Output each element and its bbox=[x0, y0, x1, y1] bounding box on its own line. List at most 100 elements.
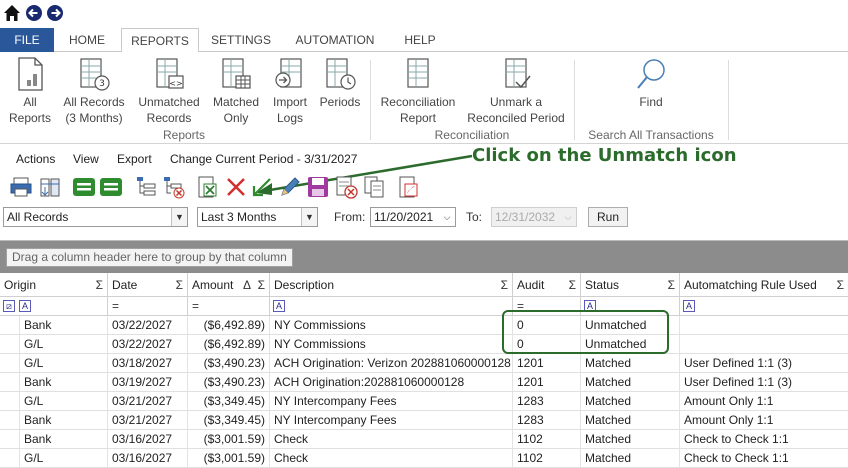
copy-icon[interactable] bbox=[362, 175, 386, 199]
row-selector[interactable] bbox=[0, 373, 20, 392]
export-excel-icon[interactable] bbox=[195, 175, 219, 199]
view-menu[interactable]: View bbox=[73, 152, 99, 166]
all-records-3-months-button[interactable]: 3 All Records (3 Months) bbox=[60, 56, 128, 126]
cell-description: ACH Origination:202881060000128 bbox=[270, 373, 513, 392]
column-header-audit[interactable]: Audit Σ bbox=[513, 273, 581, 297]
text-filter-icon[interactable]: A bbox=[19, 300, 31, 312]
sigma-icon[interactable]: Σ bbox=[668, 273, 675, 297]
cell-automatching-rule bbox=[680, 335, 848, 354]
sigma-icon[interactable]: Σ bbox=[176, 273, 183, 297]
collapse-rows-icon[interactable] bbox=[99, 175, 123, 199]
periods-button[interactable]: Periods bbox=[316, 56, 364, 110]
print-icon[interactable] bbox=[9, 175, 33, 199]
cell-status: Matched bbox=[581, 411, 680, 430]
ribbon: All Reports 3 All Records (3 Months) <> … bbox=[0, 52, 848, 144]
unmatch-icon[interactable] bbox=[250, 175, 274, 199]
tree-remove-icon[interactable] bbox=[161, 175, 185, 199]
row-selector[interactable] bbox=[0, 449, 20, 468]
column-header-label: Status bbox=[585, 278, 620, 292]
row-selector[interactable] bbox=[0, 411, 20, 430]
filter-cell-date[interactable]: = bbox=[108, 297, 188, 316]
cell-date: 03/19/2027 bbox=[108, 373, 188, 392]
cell-audit: 1102 bbox=[513, 449, 581, 468]
cell-amount: ($3,001.59) bbox=[188, 449, 270, 468]
edit-pencil-icon[interactable] bbox=[278, 175, 302, 199]
sigma-icon[interactable]: Σ bbox=[569, 273, 576, 297]
table-row[interactable]: G/L 03/18/2027 ($3,490.23) ACH Originati… bbox=[0, 354, 848, 373]
table-row[interactable]: G/L 03/16/2027 ($3,001.59) Check 1102 Ma… bbox=[0, 449, 848, 468]
export-menu[interactable]: Export bbox=[117, 152, 152, 166]
column-header-status[interactable]: Status Σ bbox=[581, 273, 680, 297]
find-label: Find bbox=[639, 95, 663, 109]
cell-description: NY Commissions bbox=[270, 335, 513, 354]
sigma-icon[interactable]: Σ bbox=[258, 273, 265, 297]
expand-rows-icon[interactable] bbox=[72, 175, 96, 199]
tab-help[interactable]: HELP bbox=[392, 28, 448, 52]
tab-home[interactable]: HOME bbox=[58, 28, 116, 52]
cell-amount: ($3,490.23) bbox=[188, 354, 270, 373]
row-selector[interactable] bbox=[0, 354, 20, 373]
column-chooser-icon[interactable] bbox=[38, 175, 62, 199]
sigma-icon[interactable]: Σ bbox=[96, 273, 103, 297]
from-date-picker[interactable]: 11/20/2021 ⌵ bbox=[370, 207, 456, 227]
row-selector[interactable] bbox=[0, 316, 20, 335]
filter-clear-icon[interactable]: ⧄ bbox=[3, 300, 15, 312]
row-selector[interactable] bbox=[0, 392, 20, 411]
column-header-origin[interactable]: Origin Σ bbox=[0, 273, 108, 297]
sort-ascending-icon[interactable]: Δ bbox=[243, 273, 251, 297]
column-header-amount[interactable]: Amount Δ Σ bbox=[188, 273, 270, 297]
back-icon[interactable] bbox=[25, 4, 43, 22]
text-filter-icon[interactable]: A bbox=[683, 300, 695, 312]
column-header-description[interactable]: Description Σ bbox=[270, 273, 513, 297]
cell-amount: ($6,492.89) bbox=[188, 335, 270, 354]
unmark-reconciled-period-button[interactable]: Unmark a Reconciled Period bbox=[464, 56, 568, 126]
table-row[interactable]: Bank 03/19/2027 ($3,490.23) ACH Originat… bbox=[0, 373, 848, 392]
run-button[interactable]: Run bbox=[588, 207, 628, 227]
group-by-panel[interactable]: Drag a column header here to group by th… bbox=[0, 241, 848, 273]
export-pdf-icon[interactable] bbox=[396, 175, 420, 199]
column-header-automatching-rule[interactable]: Automatching Rule Used Σ bbox=[680, 273, 848, 297]
forward-icon[interactable] bbox=[46, 4, 64, 22]
column-header-label: Origin bbox=[4, 278, 37, 292]
tree-view-icon[interactable] bbox=[134, 175, 158, 199]
tab-automation[interactable]: AUTOMATION bbox=[288, 28, 382, 52]
delete-icon[interactable] bbox=[224, 175, 248, 199]
tab-settings[interactable]: SETTINGS bbox=[204, 28, 278, 52]
actions-menu[interactable]: Actions bbox=[16, 152, 55, 166]
matched-only-label: Matched Only bbox=[212, 95, 260, 125]
filter-cell-automatching-rule[interactable]: A bbox=[680, 297, 848, 316]
matched-only-button[interactable]: Matched Only bbox=[208, 56, 264, 126]
range-filter-select[interactable]: Last 3 Months ▼ bbox=[197, 207, 318, 227]
chevron-down-icon: ⌵ bbox=[439, 208, 455, 226]
equals-filter-icon[interactable]: = bbox=[192, 297, 199, 315]
save-icon[interactable] bbox=[306, 175, 330, 199]
text-filter-icon[interactable]: A bbox=[273, 300, 285, 312]
tab-reports[interactable]: REPORTS bbox=[121, 28, 199, 53]
sigma-icon[interactable]: Σ bbox=[501, 273, 508, 297]
table-row[interactable]: Bank 03/22/2027 ($6,492.89) NY Commissio… bbox=[0, 316, 848, 335]
table-row[interactable]: G/L 03/22/2027 ($6,492.89) NY Commission… bbox=[0, 335, 848, 354]
clear-records-icon[interactable] bbox=[334, 175, 358, 199]
table-row[interactable]: Bank 03/21/2027 ($3,349.45) NY Intercomp… bbox=[0, 411, 848, 430]
table-row[interactable]: Bank 03/16/2027 ($3,001.59) Check 1102 M… bbox=[0, 430, 848, 449]
tab-file[interactable]: FILE bbox=[0, 28, 54, 52]
column-header-date[interactable]: Date Σ bbox=[108, 273, 188, 297]
find-button[interactable]: Find bbox=[624, 56, 678, 110]
home-icon[interactable] bbox=[3, 4, 21, 22]
equals-filter-icon[interactable]: = bbox=[112, 297, 119, 315]
row-selector[interactable] bbox=[0, 430, 20, 449]
unmatched-records-button[interactable]: <> Unmatched Records bbox=[134, 56, 204, 126]
import-logs-button[interactable]: Import Logs bbox=[268, 56, 312, 126]
table-row[interactable]: G/L 03/21/2027 ($3,349.45) NY Intercompa… bbox=[0, 392, 848, 411]
filter-cell-description[interactable]: A bbox=[270, 297, 513, 316]
cell-description: Check bbox=[270, 430, 513, 449]
row-selector[interactable] bbox=[0, 335, 20, 354]
filter-cell-amount[interactable]: = bbox=[188, 297, 270, 316]
filter-cell-origin[interactable]: ⧄ A bbox=[0, 297, 108, 316]
reconciliation-report-button[interactable]: Reconciliation Report bbox=[376, 56, 460, 126]
sigma-icon[interactable]: Σ bbox=[837, 273, 844, 297]
report-page-icon bbox=[18, 57, 43, 91]
records-filter-select[interactable]: All Records ▼ bbox=[3, 207, 188, 227]
all-reports-button[interactable]: All Reports bbox=[6, 56, 54, 126]
cell-status: Matched bbox=[581, 430, 680, 449]
